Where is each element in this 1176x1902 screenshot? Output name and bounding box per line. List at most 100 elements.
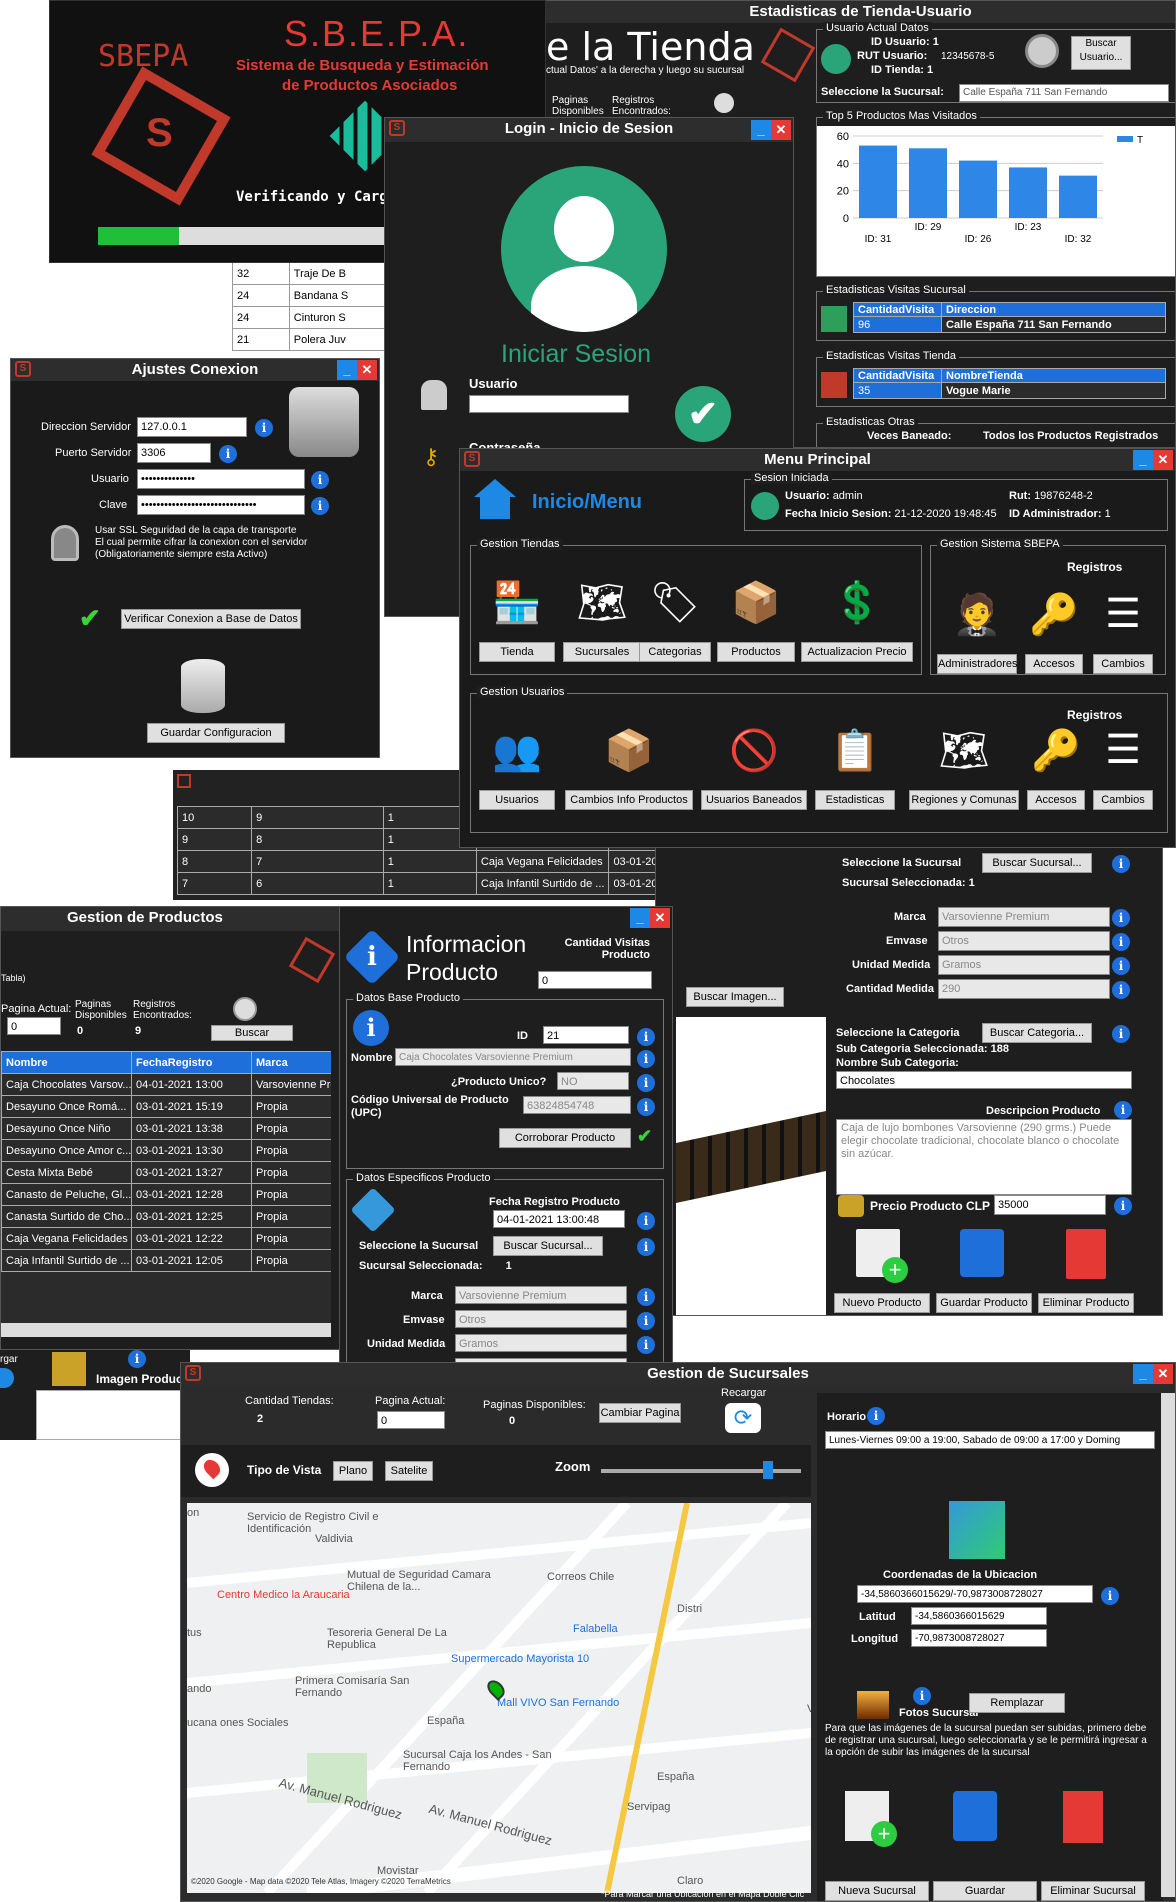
date-info-icon[interactable]: i	[637, 1212, 655, 1230]
bar[interactable]	[1009, 167, 1047, 218]
login-user-input[interactable]	[469, 395, 629, 413]
save-config-button[interactable]: Guardar Configuracion	[147, 723, 285, 743]
right-pack-info-icon[interactable]: i	[1112, 933, 1130, 951]
users-tile[interactable]: 🗺 Regiones y Comunas	[909, 710, 1019, 810]
admin-icon[interactable]: 🤵	[937, 574, 1017, 654]
stores-tile[interactable]: 🏪 Tienda	[479, 562, 555, 662]
category-button[interactable]: Buscar Categoria...	[982, 1023, 1092, 1043]
stores-button[interactable]: Tienda	[479, 642, 555, 662]
search-image-button[interactable]: Buscar Imagen...	[686, 987, 784, 1007]
pack-combo[interactable]: Otros	[455, 1310, 627, 1328]
key-info-icon[interactable]: i	[311, 497, 329, 515]
plano-button[interactable]: Plano	[333, 1461, 373, 1481]
list-icon[interactable]: ☰	[1093, 574, 1153, 654]
image-product-box[interactable]	[36, 1390, 190, 1440]
users-icon[interactable]: 👥	[479, 710, 555, 790]
list-icon[interactable]: ☰	[1093, 710, 1153, 790]
map-view[interactable]: Servicio de Registro Civil e Identificac…	[187, 1503, 811, 1893]
minimize-button[interactable]: _	[751, 120, 771, 140]
bar[interactable]	[959, 160, 997, 218]
photos-info-icon[interactable]: i	[913, 1687, 931, 1705]
price-info-icon[interactable]: i	[1114, 1197, 1132, 1215]
key-input[interactable]: ••••••••••••••••••••••••••••••	[137, 495, 305, 515]
stores-tile[interactable]: 📦 Productos	[717, 562, 795, 662]
sucursales-scrollbar[interactable]	[1161, 1393, 1175, 1897]
world-map-icon[interactable]: 🗺	[909, 710, 1019, 790]
horario-info-icon[interactable]: i	[867, 1407, 885, 1425]
unique-info-icon[interactable]: i	[637, 1074, 655, 1092]
save-branch-button[interactable]: Guardar	[933, 1881, 1037, 1901]
bar[interactable]	[1059, 175, 1097, 218]
name-info-icon[interactable]: i	[637, 1050, 655, 1068]
store-icon[interactable]: 🏪	[479, 562, 555, 642]
coords-input[interactable]: -34,5860366015629/-70,9873008728027	[857, 1585, 1093, 1603]
upc-info-icon[interactable]: i	[637, 1098, 655, 1116]
stores-button[interactable]: Actualizacion Precio	[801, 642, 913, 662]
bar[interactable]	[859, 145, 897, 218]
column-header[interactable]: FechaRegistro	[131, 1051, 252, 1074]
zoom-slider[interactable]	[601, 1461, 801, 1479]
ban-icon[interactable]: 🚫	[701, 710, 807, 790]
users-tile[interactable]: 🔑 Accesos	[1027, 710, 1085, 810]
vs-val2[interactable]: Vogue Marie	[941, 382, 1166, 399]
table-row[interactable]: Desayuno Once Amor c... 03-01-2021 13:30 P…	[1, 1139, 331, 1162]
pack-info-icon[interactable]: i	[637, 1312, 655, 1330]
login-check-icon[interactable]: ✔	[675, 386, 731, 442]
column-header[interactable]: Marca	[251, 1051, 331, 1074]
price-update-icon[interactable]: 💲	[801, 562, 913, 642]
right-qty-info-icon[interactable]: i	[1112, 981, 1130, 999]
close-button[interactable]: ✕	[650, 908, 670, 928]
stores-button[interactable]: Categorias	[639, 642, 711, 662]
table-row[interactable]: 21 Polera Juv	[232, 328, 393, 351]
select-branch-combo[interactable]: Calle España 711 San Fernando	[959, 84, 1169, 102]
users-button[interactable]: Estadisticas	[815, 790, 895, 810]
category-info-icon[interactable]: i	[1112, 1025, 1130, 1043]
stores-button[interactable]: Productos	[717, 642, 795, 662]
tag-icon[interactable]: 🏷	[639, 562, 711, 642]
table-scrollbar[interactable]	[1, 1323, 331, 1337]
sbepa-button[interactable]: Accesos	[1025, 654, 1083, 674]
table-row[interactable]: Desayuno Once Romá... 03-01-2021 15:19 Pro…	[1, 1095, 331, 1118]
port-input[interactable]: 3306	[137, 443, 211, 463]
vb-val2[interactable]: Calle España 711 San Fernando	[941, 316, 1166, 333]
delete-product-button[interactable]: Eliminar Producto	[1038, 1293, 1134, 1313]
description-textarea[interactable]: Caja de lujo bombones Varsovienne (290 g…	[836, 1119, 1132, 1195]
replace-photos-button[interactable]: Remplazar	[969, 1693, 1065, 1713]
unique-combo[interactable]: NO	[557, 1072, 629, 1090]
reload-icon[interactable]	[0, 1368, 14, 1388]
users-tile[interactable]: 📦 Cambios Info Productos	[565, 710, 693, 810]
save-product-button[interactable]: Guardar Producto	[936, 1293, 1032, 1313]
key-icon[interactable]: 🔑	[1025, 574, 1083, 654]
table-row[interactable]: 24 Bandana S	[232, 284, 393, 307]
close-button[interactable]: ✕	[771, 120, 791, 140]
minimize-button[interactable]: _	[1133, 450, 1153, 470]
stores-tile[interactable]: 🏷 Categorias	[639, 562, 711, 662]
sbepa-tile[interactable]: 🤵 Administradores	[937, 574, 1017, 674]
id-input[interactable]: 21	[543, 1026, 629, 1044]
brand-input[interactable]: Varsovienne Premium	[455, 1286, 627, 1304]
satelite-button[interactable]: Satelite	[385, 1461, 433, 1481]
home-icon[interactable]	[474, 479, 516, 519]
key-icon[interactable]: 🔑	[1027, 710, 1085, 790]
name-input[interactable]: Caja Chocolates Varsovienne Premium	[395, 1048, 631, 1066]
horario-input[interactable]: Lunes-Viernes 09:00 a 19:00, Sabado de 0…	[825, 1431, 1155, 1449]
brand-info-icon[interactable]: i	[637, 1288, 655, 1306]
box-edit-icon[interactable]: 📦	[565, 710, 693, 790]
column-header[interactable]: Nombre	[1, 1051, 132, 1074]
zoom-slider-thumb[interactable]	[762, 1461, 773, 1479]
close-button[interactable]: ✕	[1153, 1364, 1173, 1384]
users-button[interactable]: Usuarios Baneados	[701, 790, 807, 810]
users-button[interactable]: Accesos	[1027, 790, 1085, 810]
page-spinner[interactable]: 0	[377, 1411, 445, 1429]
home-label[interactable]: Inicio/Menu	[532, 491, 642, 514]
users-tile[interactable]: 👥 Usuarios	[479, 710, 555, 810]
lat-input[interactable]: -34,5860366015629	[911, 1607, 1047, 1625]
description-info-icon[interactable]: i	[1114, 1101, 1132, 1119]
server-info-icon[interactable]: i	[255, 419, 273, 437]
search-user-button[interactable]: Buscar Usuario...	[1071, 36, 1131, 70]
vs-val1[interactable]: 35	[853, 382, 942, 399]
table-row[interactable]: 24 Cinturon S	[232, 306, 393, 329]
right-qty-input[interactable]: 290	[938, 979, 1110, 999]
table-row[interactable]: 32 Traje De B	[232, 262, 393, 285]
stores-tile[interactable]: 💲 Actualizacion Precio	[801, 562, 913, 662]
